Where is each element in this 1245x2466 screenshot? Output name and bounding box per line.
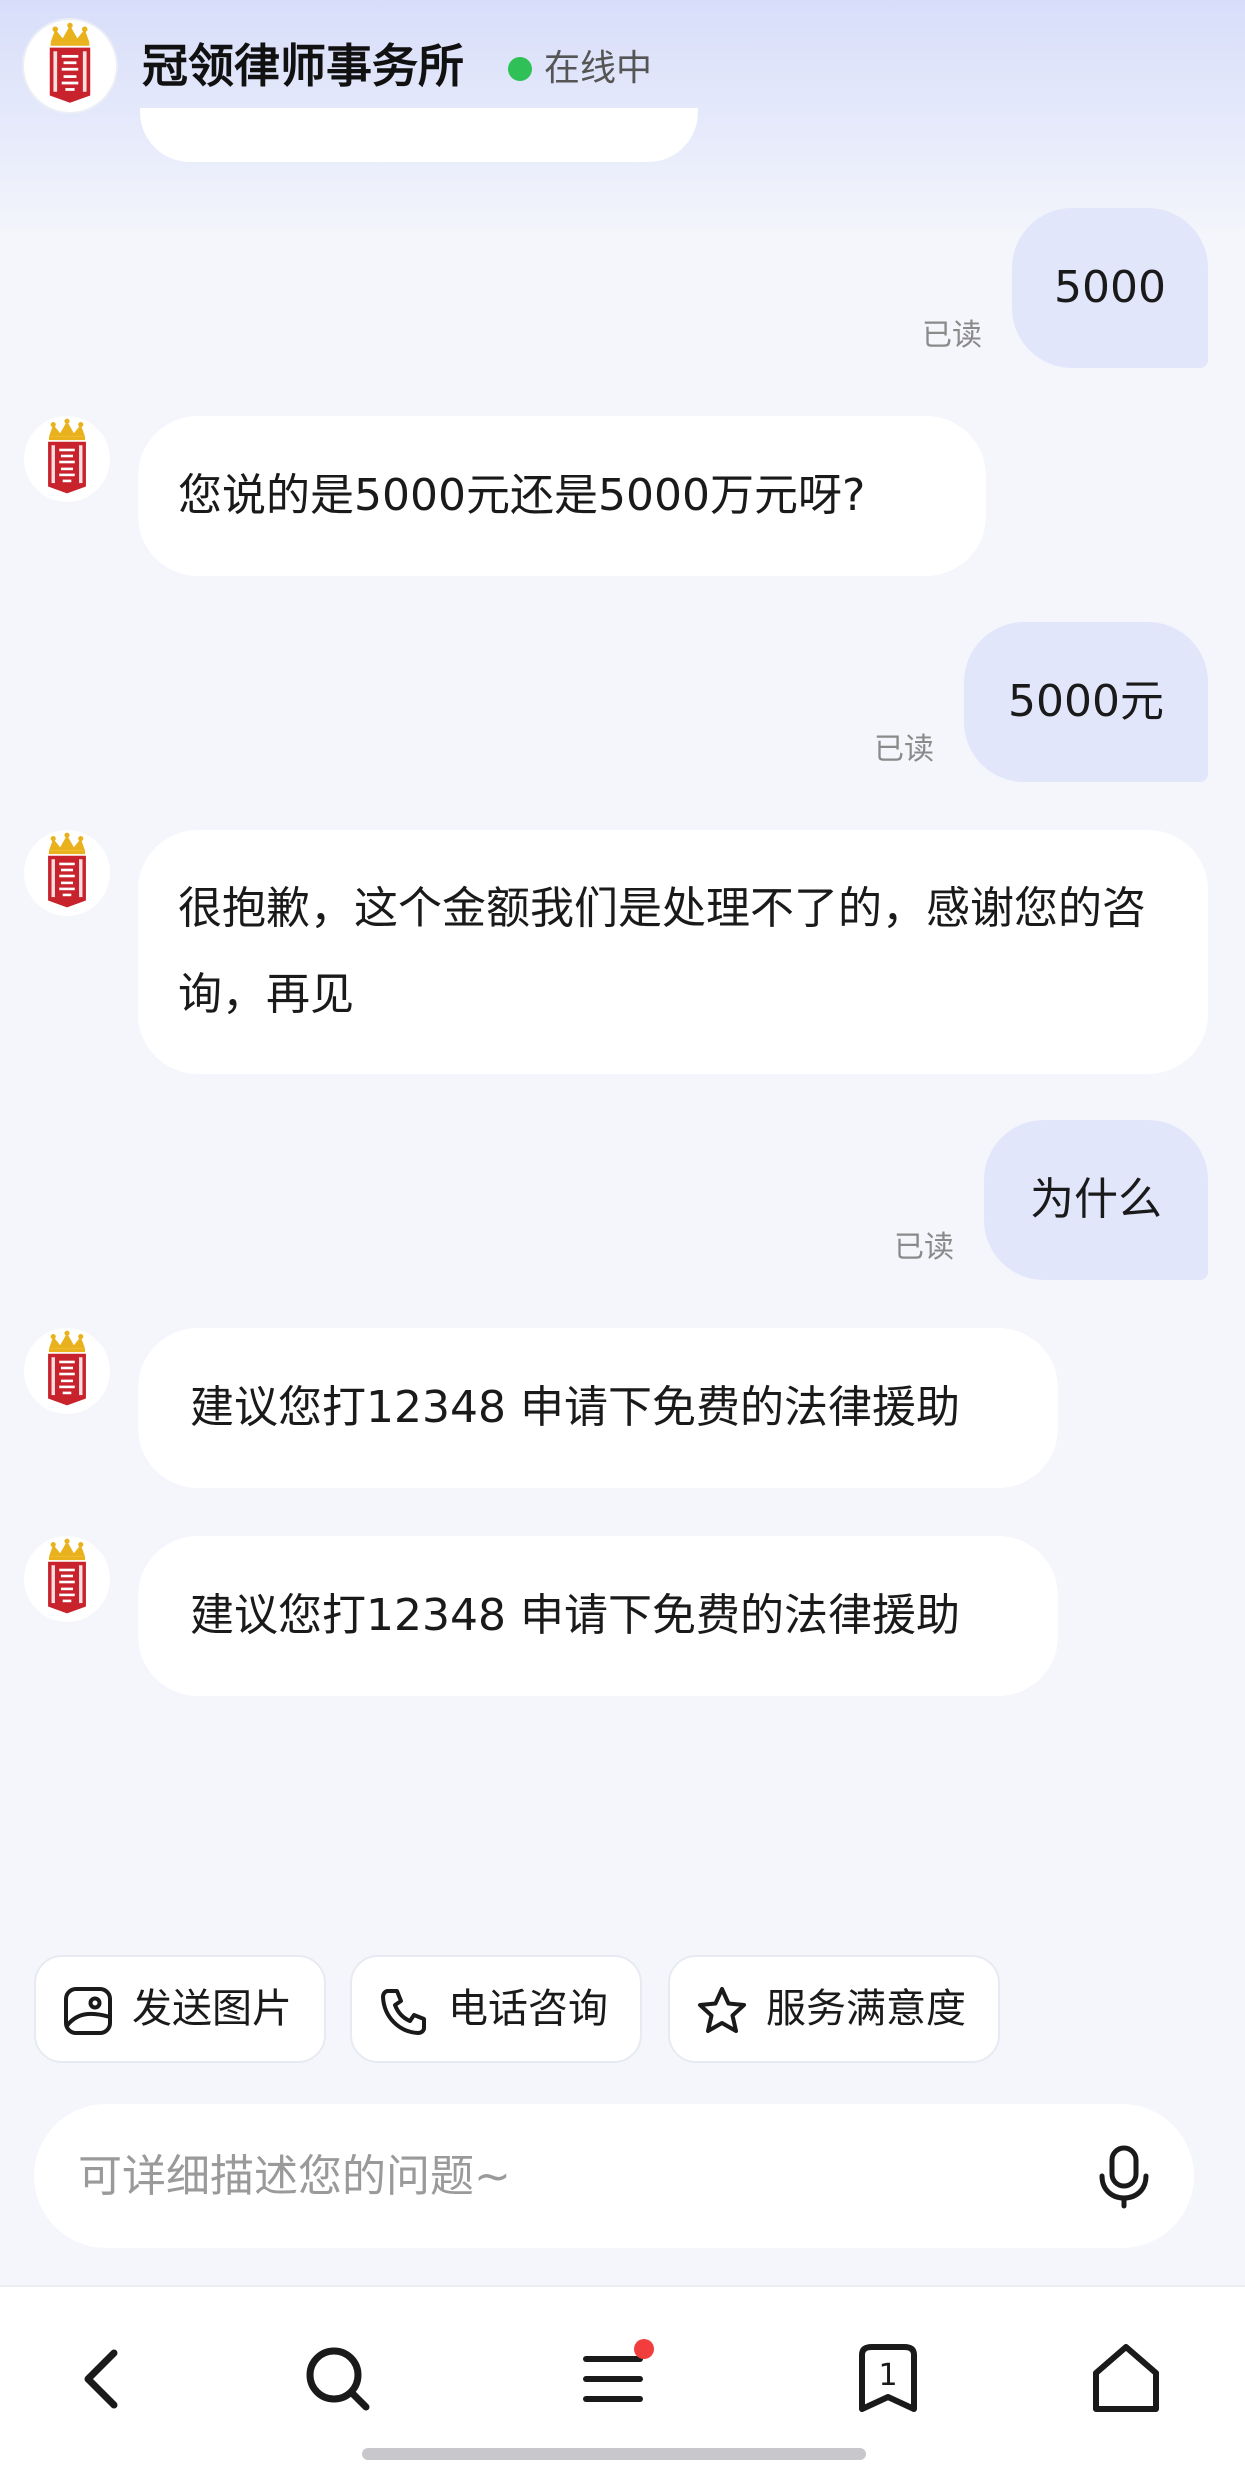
bottom-navigation: 1: [0, 2285, 1245, 2466]
message-text: 为什么: [1030, 1174, 1162, 1225]
agent-avatar[interactable]: [24, 416, 110, 502]
read-receipt: 已读: [922, 318, 982, 353]
home-icon[interactable]: [1086, 2339, 1166, 2419]
crown-shield-logo: [24, 1328, 110, 1414]
phone-icon: [381, 1989, 426, 2035]
send-image-label: 发送图片: [132, 1986, 292, 2032]
incoming-message[interactable]: 很抱歉，这个金额我们是处理不了的，感谢您的咨询，再见: [138, 830, 1208, 1074]
crown-shield-logo: [24, 20, 116, 112]
chat-title: 冠领律师事务所: [142, 39, 464, 93]
message-text: 您说的是5000元还是5000万元呀?: [178, 470, 866, 521]
chat-header: 冠领律师事务所 在线中: [0, 0, 1245, 240]
phone-consult-button[interactable]: 电话咨询: [350, 1955, 642, 2063]
satisfaction-label: 服务满意度: [766, 1986, 966, 2032]
crown-shield-logo: [24, 830, 110, 916]
crown-shield-logo: [24, 416, 110, 502]
incoming-message[interactable]: 建议您打12348 申请下免费的法律援助: [138, 1536, 1058, 1696]
message-text: 5000: [1054, 262, 1166, 313]
image-icon: [64, 1987, 112, 2035]
incoming-message[interactable]: 建议您打12348 申请下免费的法律援助: [138, 1328, 1058, 1488]
home-indicator: [362, 2448, 866, 2460]
send-image-button[interactable]: 发送图片: [34, 1955, 326, 2063]
microphone-icon[interactable]: [1090, 2142, 1158, 2210]
bookmark-icon[interactable]: 1: [848, 2339, 928, 2419]
message-composer: [34, 2104, 1194, 2248]
read-receipt: 已读: [874, 732, 934, 767]
message-text: 建议您打12348 申请下免费的法律援助: [190, 1590, 960, 1641]
outgoing-message[interactable]: 为什么: [984, 1120, 1208, 1280]
crown-shield-logo: [24, 1536, 110, 1622]
previous-message-bubble: [140, 108, 698, 162]
agent-avatar[interactable]: [24, 1536, 110, 1622]
firm-logo-avatar[interactable]: [24, 20, 116, 112]
agent-avatar[interactable]: [24, 1328, 110, 1414]
outgoing-message[interactable]: 5000: [1012, 208, 1208, 368]
star-icon: [698, 1987, 746, 2033]
menu-icon[interactable]: [574, 2339, 654, 2419]
agent-avatar[interactable]: [24, 830, 110, 916]
online-status-dot: [508, 57, 532, 81]
online-status-text: 在线中: [544, 48, 653, 89]
search-icon[interactable]: [298, 2339, 378, 2419]
message-text: 建议您打12348 申请下免费的法律援助: [190, 1382, 960, 1433]
message-text: 5000元: [1008, 676, 1164, 727]
message-input[interactable]: [78, 2146, 1038, 2206]
read-receipt: 已读: [894, 1230, 954, 1265]
bookmark-count: 1: [878, 2358, 897, 2393]
phone-consult-label: 电话咨询: [448, 1986, 608, 2032]
incoming-message[interactable]: 您说的是5000元还是5000万元呀?: [138, 416, 986, 576]
message-text: 很抱歉，这个金额我们是处理不了的，感谢您的咨询，再见: [178, 883, 1146, 1020]
back-icon[interactable]: [64, 2339, 144, 2419]
outgoing-message[interactable]: 5000元: [964, 622, 1208, 782]
satisfaction-button[interactable]: 服务满意度: [668, 1955, 1000, 2063]
notification-badge: [634, 2339, 654, 2359]
